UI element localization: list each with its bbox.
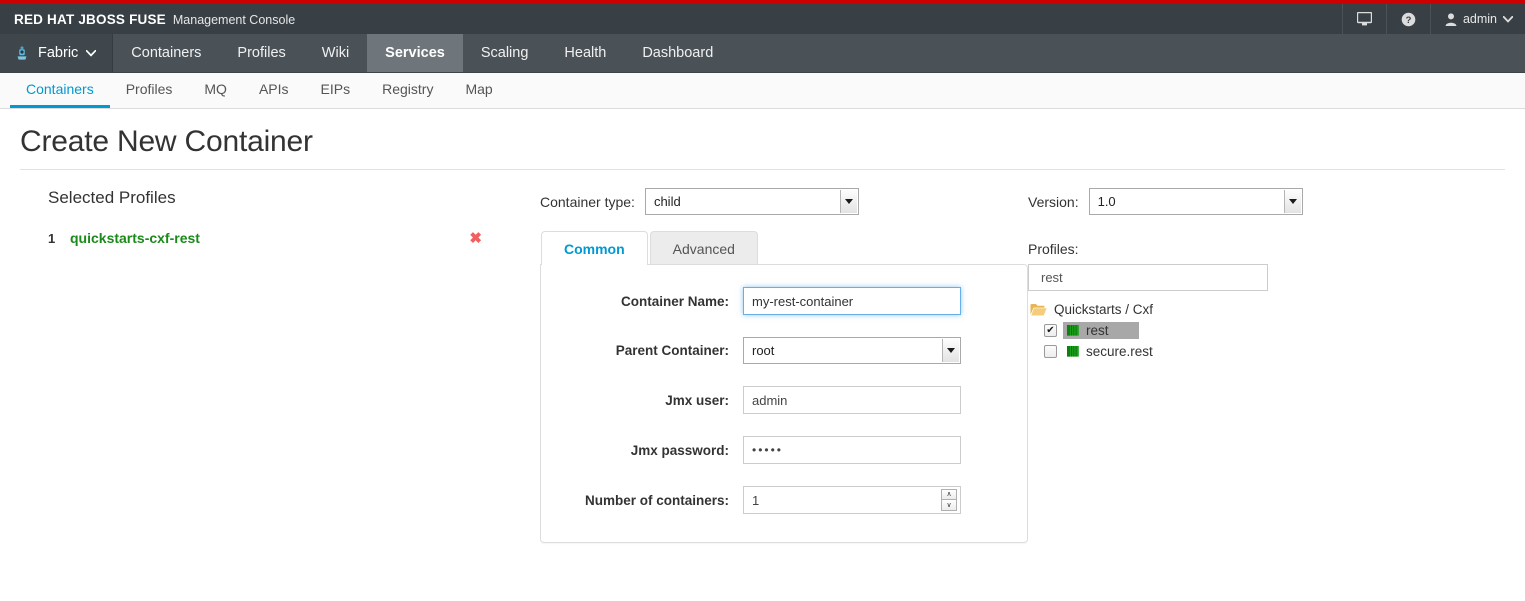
common-tab-panel: Container Name: Parent Container: root J… <box>540 264 1028 543</box>
chevron-down-icon <box>1503 16 1513 23</box>
user-menu-button[interactable]: admin <box>1430 4 1525 34</box>
tree-leaf-label: secure.rest <box>1086 344 1153 359</box>
jmx-user-input[interactable] <box>743 386 961 414</box>
number-of-containers-row: Number of containers: ∧ ∨ <box>553 486 1015 514</box>
nav-item-wiki[interactable]: Wiki <box>304 34 367 72</box>
subnav-item-apis[interactable]: APIs <box>243 73 305 108</box>
dropdown-arrow-icon[interactable] <box>942 339 959 362</box>
subnav-item-registry[interactable]: Registry <box>366 73 449 108</box>
version-label: Version: <box>1028 194 1079 210</box>
chevron-down-icon <box>86 50 96 57</box>
svg-text:?: ? <box>1406 15 1412 26</box>
profiles-filter-input[interactable] <box>1028 264 1268 291</box>
brand-logo[interactable]: RED HAT JBOSS FUSE Management Console <box>0 12 295 27</box>
subnav-item-containers[interactable]: Containers <box>10 73 110 108</box>
page-title: Create New Container <box>0 109 1525 169</box>
container-type-label: Container type: <box>540 194 635 210</box>
subnav-item-mq[interactable]: MQ <box>188 73 243 108</box>
selected-profiles-heading: Selected Profiles <box>0 188 540 208</box>
primary-navigation: Fabric Containers Profiles Wiki Services… <box>0 34 1525 73</box>
fabric-icon <box>14 45 30 61</box>
monitor-icon <box>1357 12 1372 26</box>
jmx-password-label: Jmx password: <box>553 443 743 458</box>
tree-group-quickstarts-cxf[interactable]: Quickstarts / Cxf <box>1028 299 1525 320</box>
nav-item-scaling[interactable]: Scaling <box>463 34 547 72</box>
profile-book-icon <box>1066 324 1080 337</box>
selected-profiles-panel: Selected Profiles 1 quickstarts-cxf-rest… <box>0 188 540 601</box>
stepper-down-icon[interactable]: ∨ <box>941 500 957 511</box>
version-row: Version: 1.0 <box>1028 188 1525 215</box>
container-type-value: child <box>646 189 858 214</box>
monitor-button[interactable] <box>1342 4 1386 34</box>
masthead: RED HAT JBOSS FUSE Management Console ? <box>0 4 1525 34</box>
container-name-row: Container Name: <box>553 287 1015 315</box>
page-body: Selected Profiles 1 quickstarts-cxf-rest… <box>0 170 1525 601</box>
form-tabs: Common Advanced <box>541 231 1028 265</box>
subnav-item-eips[interactable]: EIPs <box>305 73 367 108</box>
profile-book-icon <box>1066 345 1080 358</box>
nav-item-health[interactable]: Health <box>546 34 624 72</box>
open-folder-icon <box>1030 303 1047 316</box>
container-type-row: Container type: child <box>540 188 1028 215</box>
version-and-profiles-panel: Version: 1.0 Profiles: Quickstarts / Cxf… <box>1028 188 1525 601</box>
container-form-panel: Container type: child Common Advanced Co… <box>540 188 1028 601</box>
nav-item-containers[interactable]: Containers <box>113 34 219 72</box>
nav-item-dashboard[interactable]: Dashboard <box>624 34 731 72</box>
dropdown-arrow-icon[interactable] <box>1284 190 1301 213</box>
container-name-label: Container Name: <box>553 294 743 309</box>
profile-checkbox-secure-rest[interactable] <box>1044 345 1057 358</box>
number-of-containers-label: Number of containers: <box>553 493 743 508</box>
tab-advanced[interactable]: Advanced <box>650 231 758 265</box>
tab-common[interactable]: Common <box>541 231 648 265</box>
dropdown-arrow-icon[interactable] <box>840 190 857 213</box>
jmx-user-row: Jmx user: <box>553 386 1015 414</box>
help-icon: ? <box>1401 12 1416 27</box>
parent-container-label: Parent Container: <box>553 343 743 358</box>
profiles-label: Profiles: <box>1028 241 1525 257</box>
stepper-buttons: ∧ ∨ <box>941 489 957 511</box>
brand-name: RED HAT JBOSS FUSE <box>14 12 166 27</box>
selected-profile-name[interactable]: quickstarts-cxf-rest <box>70 230 469 246</box>
container-name-input[interactable] <box>743 287 961 315</box>
secondary-navigation: Containers Profiles MQ APIs EIPs Registr… <box>0 73 1525 109</box>
version-select[interactable]: 1.0 <box>1089 188 1303 215</box>
help-button[interactable]: ? <box>1386 4 1430 34</box>
number-of-containers-input[interactable] <box>743 486 961 514</box>
tree-leaf-label: rest <box>1086 323 1109 338</box>
nav-item-services[interactable]: Services <box>367 34 463 72</box>
jmx-password-input[interactable] <box>743 436 961 464</box>
parent-container-row: Parent Container: root <box>553 337 1015 364</box>
stepper-up-icon[interactable]: ∧ <box>941 489 957 500</box>
nav-item-profiles[interactable]: Profiles <box>219 34 303 72</box>
tree-leaf-secure-rest[interactable]: secure.rest <box>1044 341 1525 362</box>
jmx-user-label: Jmx user: <box>553 393 743 408</box>
version-value: 1.0 <box>1090 189 1302 214</box>
jmx-password-row: Jmx password: <box>553 436 1015 464</box>
subnav-item-map[interactable]: Map <box>449 73 508 108</box>
profile-checkbox-rest[interactable]: ✔ <box>1044 324 1057 337</box>
profiles-tree: Quickstarts / Cxf ✔ rest <box>1028 299 1525 362</box>
number-of-containers-stepper[interactable]: ∧ ∨ <box>743 486 961 514</box>
masthead-actions: ? admin <box>1342 4 1525 34</box>
user-name-label: admin <box>1463 12 1497 26</box>
brand-subtitle: Management Console <box>173 13 295 27</box>
container-type-select[interactable]: child <box>645 188 859 215</box>
subnav-item-profiles[interactable]: Profiles <box>110 73 189 108</box>
tree-group-label: Quickstarts / Cxf <box>1054 302 1153 317</box>
selected-profile-index: 1 <box>48 231 70 246</box>
selected-profile-row: 1 quickstarts-cxf-rest ✖ <box>0 230 540 246</box>
parent-container-value: root <box>744 338 960 363</box>
parent-container-select[interactable]: root <box>743 337 961 364</box>
fabric-label: Fabric <box>38 45 78 61</box>
remove-profile-icon[interactable]: ✖ <box>469 231 482 246</box>
user-icon <box>1445 13 1457 26</box>
tree-leaf-rest[interactable]: ✔ rest <box>1044 320 1525 341</box>
fabric-dropdown-button[interactable]: Fabric <box>0 34 113 72</box>
